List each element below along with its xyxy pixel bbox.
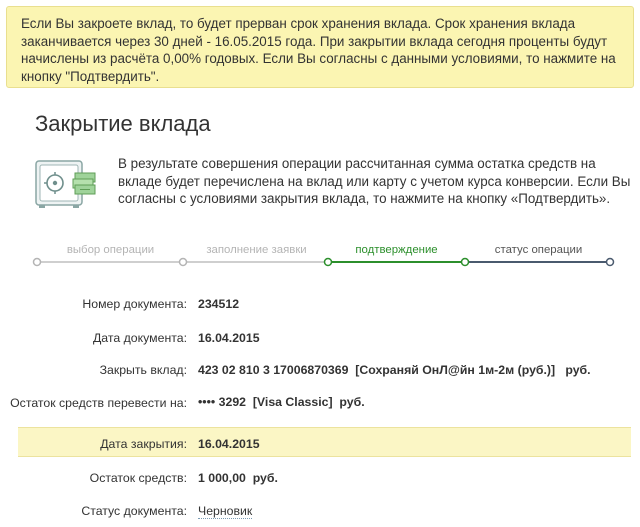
field-value: 16.04.2015 <box>198 331 260 345</box>
safe-icon <box>35 160 96 208</box>
field-label: Дата документа: <box>92 331 187 345</box>
field-value: •••• 3292 [Visa Classic] руб. <box>198 395 365 409</box>
field-value: 16.04.2015 <box>198 437 260 451</box>
page-title: Закрытие вклада <box>35 111 211 136</box>
status-link[interactable]: Черновик <box>198 504 253 519</box>
field-label: Остаток средств: <box>89 471 187 485</box>
info-block: В результате совершения операции рассчит… <box>35 155 635 217</box>
step-confirmation: подтверждение <box>355 244 438 256</box>
step-dot <box>32 257 42 267</box>
field-label: Закрыть вклад: <box>99 363 187 377</box>
progress-steps: выбор операции заполнение заявки подтвер… <box>0 240 640 270</box>
field-label: Статус документа: <box>81 504 187 518</box>
info-text: В результате совершения операции рассчит… <box>118 156 631 206</box>
step-dot <box>460 257 470 267</box>
field-value: 234512 <box>198 297 240 311</box>
step-operation-status: статус операции <box>494 244 583 256</box>
step-dot <box>605 257 615 267</box>
field-label: Номер документа: <box>82 297 187 311</box>
field-label: Остаток средств перевести на: <box>10 396 187 410</box>
step-dot <box>178 257 188 267</box>
field-value: 1 000,00 руб. <box>198 471 278 485</box>
step-fill-request: заполнение заявки <box>206 244 307 256</box>
warning-banner: Если Вы закроете вклад, то будет прерван… <box>6 6 634 88</box>
warning-text: Если Вы закроете вклад, то будет прерван… <box>21 16 616 84</box>
step-choose-operation: выбор операции <box>66 244 155 256</box>
step-dot <box>323 257 333 267</box>
field-value: 423 02 810 3 17006870369 [Сохраняй ОнЛ@й… <box>198 363 591 377</box>
field-label: Дата закрытия: <box>100 437 187 451</box>
